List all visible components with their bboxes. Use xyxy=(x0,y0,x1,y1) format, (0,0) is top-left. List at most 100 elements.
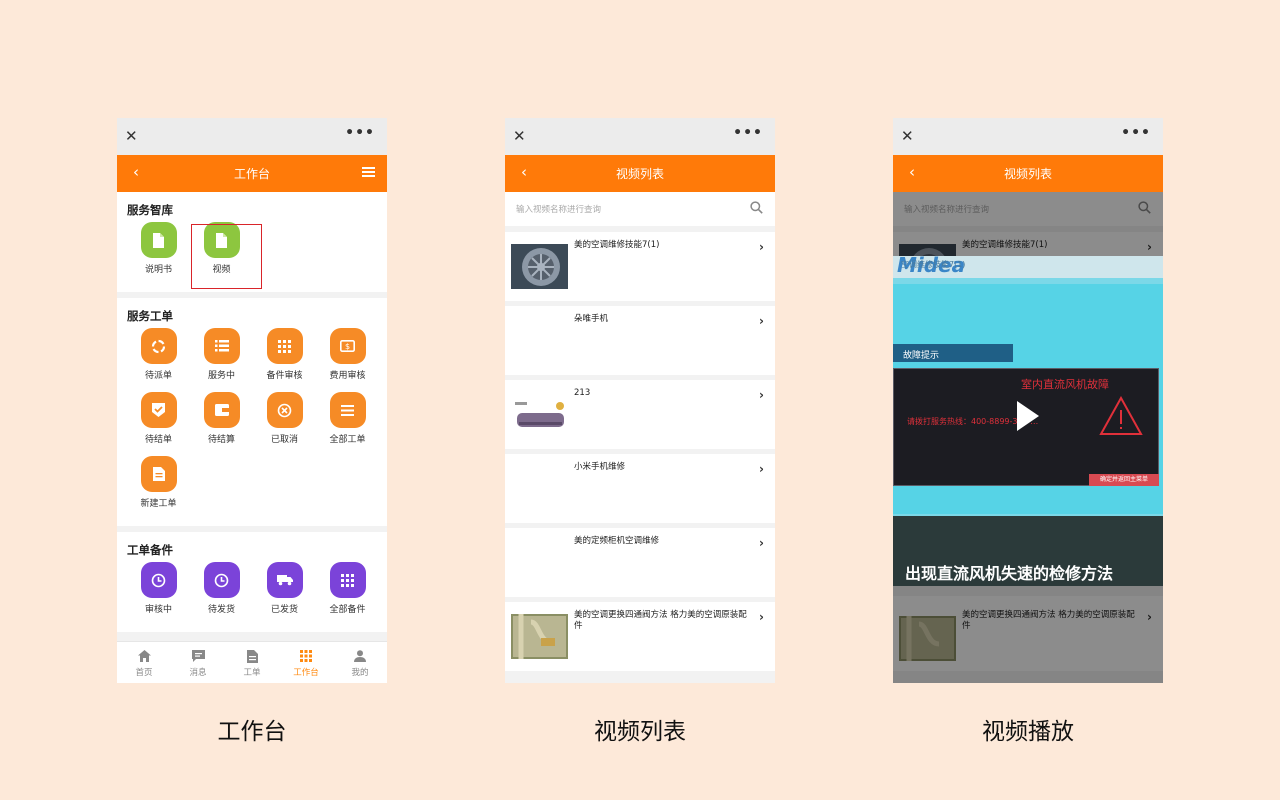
caption-workbench: 工作台 xyxy=(217,719,287,745)
list-item[interactable]: 美的定频柜机空调维修 › xyxy=(505,528,775,597)
new-order-button[interactable]: 新建工单 xyxy=(127,456,190,520)
close-icon[interactable]: ✕ xyxy=(513,128,526,145)
video-thumbnail xyxy=(511,614,568,659)
tab-label: 工作台 xyxy=(293,668,319,678)
tab-messages[interactable]: 消息 xyxy=(171,642,225,683)
all-parts-button[interactable]: 全部备件 xyxy=(316,562,379,626)
list-item[interactable]: 美的空调维修技能7(1) › xyxy=(505,232,775,301)
tab-label: 消息 xyxy=(189,668,207,678)
fault-text: 请拨打服务热线：400-8899-315 … xyxy=(907,417,1039,426)
app-header: ‹ 视频列表 xyxy=(893,155,1163,192)
grid-icon xyxy=(329,562,366,598)
search-icon[interactable] xyxy=(750,201,763,214)
svg-text:$: $ xyxy=(345,342,350,351)
menu-icon xyxy=(329,392,366,428)
system-bar: ✕ ••• xyxy=(893,118,1163,155)
close-icon[interactable]: ✕ xyxy=(901,128,914,145)
grid-label: 备件审核 xyxy=(266,371,303,381)
video-subtitle-small: 空调维修技能7(1) xyxy=(901,260,966,269)
list-item[interactable]: 美的空调更换四通阀方法 格力美的空调原装配件 › xyxy=(505,602,775,671)
video-list: 美的空调维修技能7(1) › 朵唯手机 › 213 › 小米手机维修 › 美的定… xyxy=(505,232,775,671)
section-orders: 服务工单 待派单 服务中 备件审核 $ 费用审核 待结单 待结算 已取消 全部工… xyxy=(117,298,387,526)
app-header: ‹ 视频列表 xyxy=(505,155,775,192)
grid-label: 待结单 xyxy=(144,435,172,445)
video-thumbnail xyxy=(511,392,568,437)
pending-ship-button[interactable]: 待发货 xyxy=(190,562,253,626)
pending-settle-button[interactable]: 待结算 xyxy=(190,392,253,456)
in-service-button[interactable]: 服务中 xyxy=(190,328,253,392)
reviewing-button[interactable]: 审核中 xyxy=(127,562,190,626)
fault-tag: 故障提示 xyxy=(903,351,940,361)
money-icon: $ xyxy=(329,328,366,364)
page-title: 工作台 xyxy=(233,167,270,181)
video-title: 美的定频柜机空调维修 xyxy=(574,536,660,546)
shipped-button[interactable]: 已发货 xyxy=(253,562,316,626)
list-item[interactable]: 朵唯手机 › xyxy=(505,306,775,375)
search-input[interactable]: 输入视频名称进行查询 xyxy=(516,203,601,215)
video-title: 213 xyxy=(574,388,591,398)
fault-confirm-button: 确定并返回主菜单 xyxy=(1089,474,1159,486)
grid-label: 费用审核 xyxy=(329,371,366,381)
search-bar[interactable]: 输入视频名称进行查询 xyxy=(505,192,775,226)
tab-bar: 首页 消息 工单 工作台 我的 xyxy=(117,641,387,683)
grid-label: 服务中 xyxy=(207,371,235,381)
parts-review-button[interactable]: 备件审核 xyxy=(253,328,316,392)
fee-review-button[interactable]: $ 费用审核 xyxy=(316,328,379,392)
grid-label: 已取消 xyxy=(270,435,298,445)
all-orders-button[interactable]: 全部工单 xyxy=(316,392,379,456)
workbench-screen: ✕ ••• ‹ 工作台 服务智库 说明书 视频 服务工单 待派单 服务中 备件审… xyxy=(117,118,387,683)
menu-icon[interactable] xyxy=(362,167,375,178)
caption-video-list: 视频列表 xyxy=(594,719,686,745)
more-icon[interactable]: ••• xyxy=(345,125,375,141)
more-icon[interactable]: ••• xyxy=(733,125,763,141)
grid-label: 说明书 xyxy=(144,265,172,275)
video-list-screen: ✕ ••• ‹ 视频列表 输入视频名称进行查询 美的空调维修技能7(1) › 朵… xyxy=(505,118,775,683)
list-icon xyxy=(203,328,240,364)
home-icon xyxy=(117,650,171,664)
user-icon xyxy=(333,650,387,664)
grid-label: 待派单 xyxy=(144,371,172,381)
system-bar: ✕ ••• xyxy=(117,118,387,155)
video-highlight-box xyxy=(191,224,262,289)
order-icon xyxy=(225,650,279,664)
tab-orders[interactable]: 工单 xyxy=(225,642,279,683)
page-title: 视频列表 xyxy=(1003,167,1052,181)
grid-label: 已发货 xyxy=(270,605,298,615)
tab-label: 我的 xyxy=(351,668,369,678)
ring-icon xyxy=(140,328,177,364)
list-item[interactable]: 213 › xyxy=(505,380,775,449)
video-title: 朵唯手机 xyxy=(574,314,609,324)
message-icon xyxy=(171,650,225,664)
video-play-screen: ✕ ••• ‹ 视频列表 输入视频名称进行查询 美的空调维修技能7(1) › 美… xyxy=(893,118,1163,683)
check-shield-icon xyxy=(140,392,177,428)
pending-dispatch-button[interactable]: 待派单 xyxy=(127,328,190,392)
tab-workbench[interactable]: 工作台 xyxy=(279,642,333,683)
caption-video-play: 视频播放 xyxy=(982,719,1074,745)
wallet-icon xyxy=(203,392,240,428)
video-title: 美的空调维修技能7(1) xyxy=(574,240,660,250)
list-item[interactable]: 小米手机维修 › xyxy=(505,454,775,523)
section-title: 服务智库 xyxy=(127,203,173,217)
chevron-right-icon: › xyxy=(759,314,764,328)
cancel-icon xyxy=(266,392,303,428)
grid-icon xyxy=(266,328,303,364)
grid-label: 待结算 xyxy=(207,435,235,445)
more-icon[interactable]: ••• xyxy=(1121,125,1151,141)
video-thumbnail xyxy=(511,244,568,289)
grid-label: 待发货 xyxy=(207,605,235,615)
pending-close-button[interactable]: 待结单 xyxy=(127,392,190,456)
tab-me[interactable]: 我的 xyxy=(333,642,387,683)
close-icon[interactable]: ✕ xyxy=(125,128,138,145)
new-doc-icon xyxy=(140,456,177,492)
section-title: 工单备件 xyxy=(127,543,173,557)
cancelled-button[interactable]: 已取消 xyxy=(253,392,316,456)
section-parts: 工单备件 审核中 待发货 已发货 全部备件 xyxy=(117,532,387,632)
tab-home[interactable]: 首页 xyxy=(117,642,171,683)
grid-label: 全部工单 xyxy=(329,435,366,445)
manual-button[interactable]: 说明书 xyxy=(127,222,190,286)
truck-icon xyxy=(266,562,303,598)
grid-label: 全部备件 xyxy=(329,605,366,615)
video-title: 小米手机维修 xyxy=(574,462,626,472)
workbench-icon xyxy=(279,650,333,664)
play-icon[interactable] xyxy=(1017,401,1039,431)
